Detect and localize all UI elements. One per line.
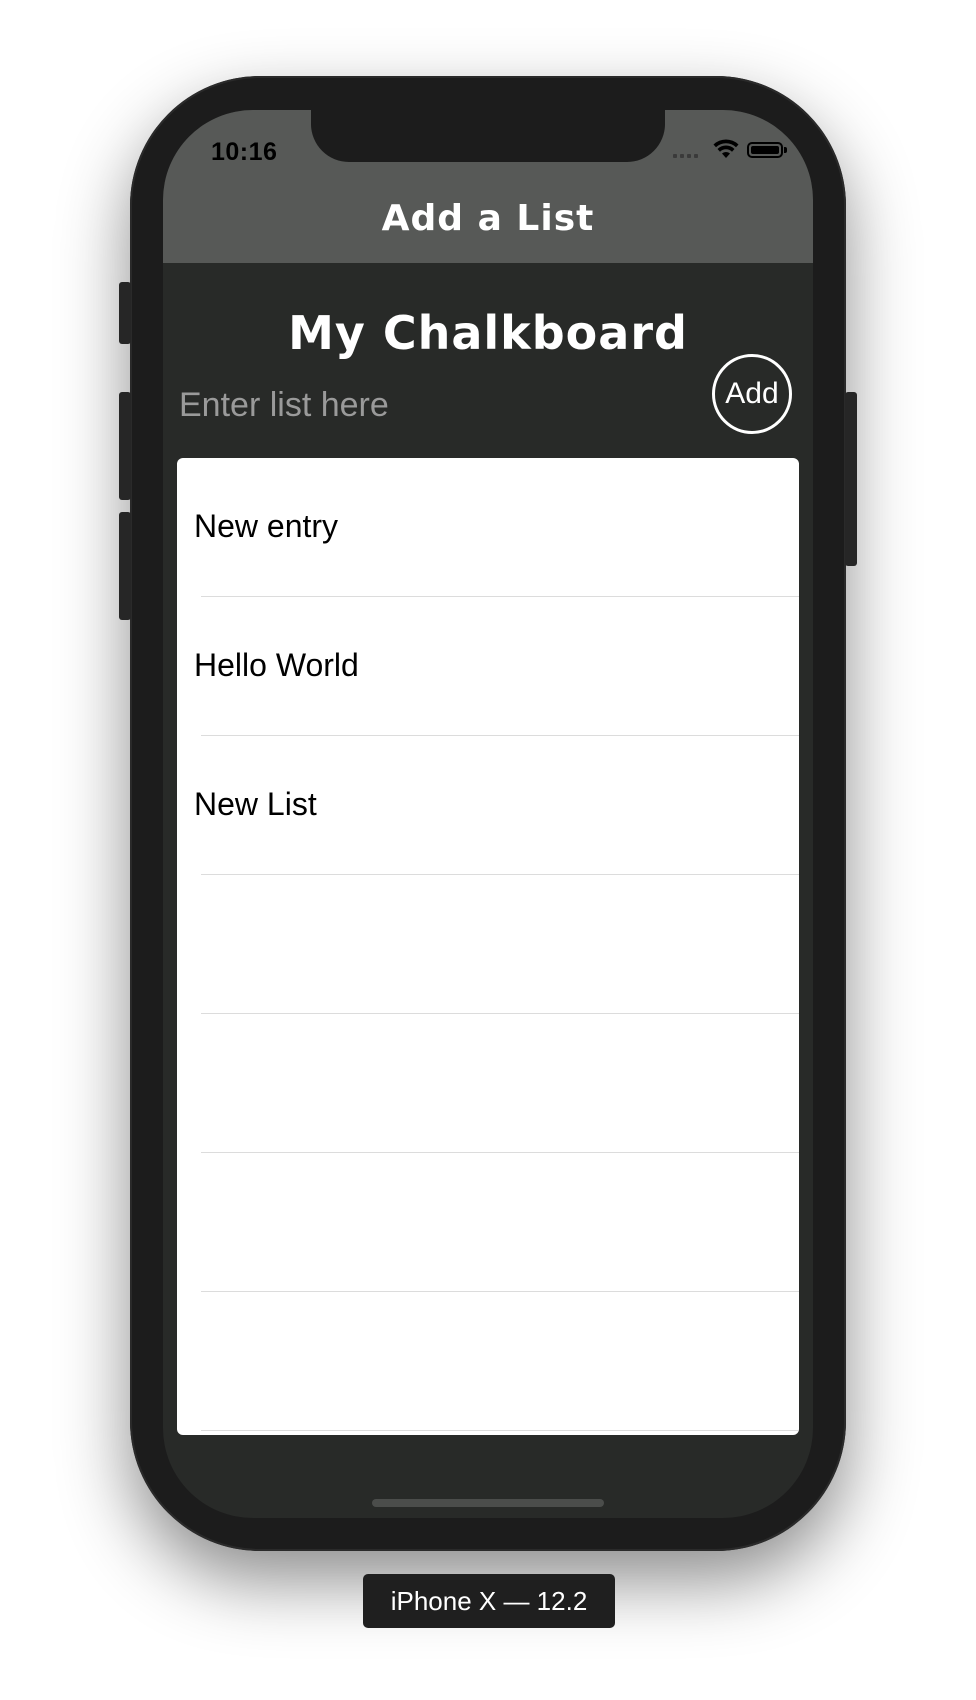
notch xyxy=(311,110,665,162)
list-row-label: Hello World xyxy=(194,647,359,683)
wifi-icon xyxy=(713,139,739,158)
battery-icon xyxy=(747,142,783,158)
list-row[interactable]: New List xyxy=(177,736,799,875)
lists-table[interactable]: New entry Hello World New List xyxy=(177,458,799,1435)
list-row-label: New List xyxy=(194,786,317,822)
add-list-button[interactable]: Add xyxy=(712,354,792,434)
battery-tip xyxy=(784,147,787,153)
list-name-input[interactable] xyxy=(179,380,639,430)
list-row[interactable]: Hello World xyxy=(177,597,799,736)
empty-row xyxy=(177,1014,799,1153)
nav-title: Add a List xyxy=(381,198,595,239)
app-screen: 10:16 Add a List My Chalkboard Add New e… xyxy=(163,110,813,1518)
empty-row xyxy=(177,1153,799,1292)
navigation-bar: 10:16 Add a List xyxy=(163,110,813,263)
board-title: My Chalkboard xyxy=(288,306,688,360)
mute-switch xyxy=(119,282,131,344)
list-row[interactable]: New entry xyxy=(177,458,799,597)
list-row-label: New entry xyxy=(194,508,339,544)
power-button xyxy=(845,392,857,566)
simulator-device-label: iPhone X — 12.2 xyxy=(363,1574,615,1628)
status-time: 10:16 xyxy=(211,138,278,166)
empty-row xyxy=(177,1292,799,1431)
empty-row xyxy=(177,875,799,1014)
volume-down-button xyxy=(119,512,131,620)
home-indicator[interactable] xyxy=(372,1499,604,1507)
volume-up-button xyxy=(119,392,131,500)
cellular-signal-icon xyxy=(673,152,703,158)
